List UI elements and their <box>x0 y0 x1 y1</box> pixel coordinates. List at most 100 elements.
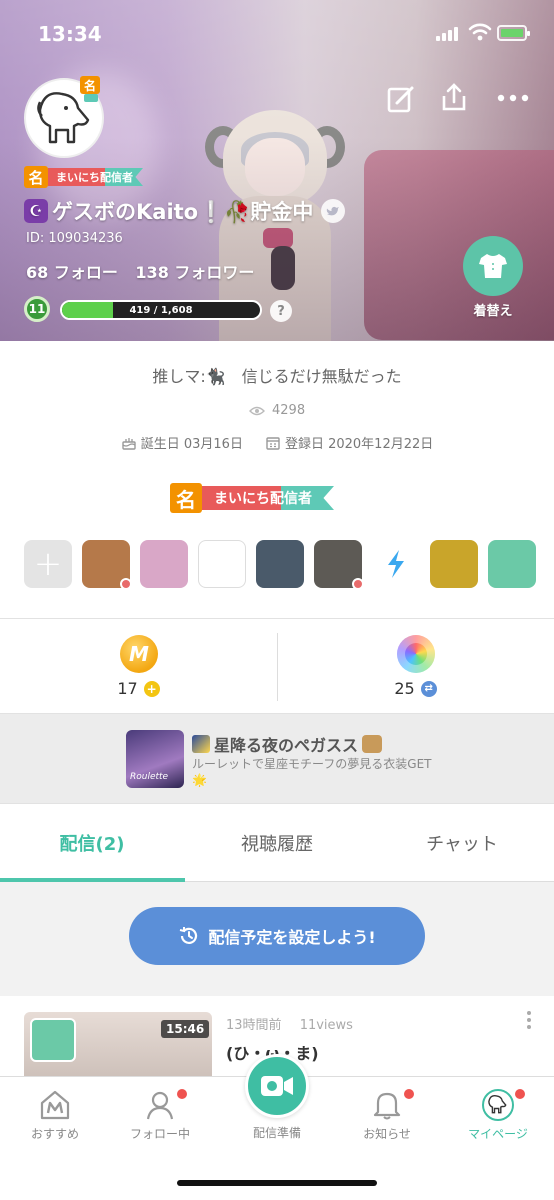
calendar-icon <box>266 436 280 450</box>
profile-info: 推しマ:🐈‍⬛ 信じるだけ無駄だった 4298 誕生日 03月16日 登録日 2… <box>0 341 554 618</box>
notification-dot <box>515 1089 525 1099</box>
bio: 推しマ:🐈‍⬛ 信じるだけ無駄だった <box>152 367 402 386</box>
go-live-button[interactable] <box>245 1054 309 1118</box>
nav-label: マイページ <box>468 1127 528 1141</box>
level-badge: 11 <box>24 296 50 322</box>
nav-label: お知らせ <box>363 1127 411 1141</box>
gem-count: 25 <box>394 679 415 698</box>
share-icon[interactable] <box>439 82 469 112</box>
tab-indicator <box>0 878 185 882</box>
event-thumb-text: Roulette <box>130 772 169 782</box>
dress-up-label: 着替え <box>473 304 513 319</box>
wifi-icon <box>468 23 492 41</box>
video-camera-icon <box>261 1076 293 1096</box>
ribbon-mark: 名 <box>24 166 48 188</box>
home-m-icon <box>40 1090 70 1120</box>
tab-watch-history[interactable]: 視聴履歴 <box>185 804 369 882</box>
add-coin-icon[interactable]: + <box>143 680 160 697</box>
status-time: 13:34 <box>38 22 102 46</box>
game-badge <box>120 578 132 590</box>
game-identity-icon[interactable] <box>314 540 364 590</box>
eye-icon <box>248 406 265 415</box>
view-count: 4298 <box>0 403 554 418</box>
nav-mypage[interactable]: マイページ <box>443 1077 553 1157</box>
profile-name: ゲスボのKaito❕🥀貯金中 <box>52 200 314 224</box>
stream-duration: 15:46 <box>161 1020 210 1038</box>
coin-count: 17 <box>117 679 138 698</box>
stream-views: 11views <box>299 1018 353 1033</box>
view-count-value: 4298 <box>272 403 306 418</box>
exchange-icon[interactable]: ⇄ <box>420 680 437 697</box>
stream-more-icon[interactable] <box>526 1010 532 1030</box>
tab-streams[interactable]: 配信(2) <box>0 804 184 882</box>
ribbon-label: まいにち配信者 <box>48 168 143 186</box>
daily-streamer-ribbon: 名 まいにち配信者 <box>24 166 143 188</box>
go-live-label: 配信準備 <box>252 1126 301 1140</box>
moon-icon: ☪ <box>24 199 48 223</box>
star-icon <box>192 735 210 753</box>
stream-meta: 13時間前 11views <box>226 1014 367 1033</box>
birthday: 誕生日 03月16日 <box>140 437 243 452</box>
nav-recommended[interactable]: おすすめ <box>0 1077 110 1157</box>
event-banner[interactable]: Roulette 星降る夜のペガスス ルーレットで星座モチーフの夢見る衣装GET… <box>0 714 554 804</box>
help-icon[interactable]: ? <box>270 300 292 322</box>
streamer-badge-small: 名 <box>76 74 102 104</box>
dress-up-button[interactable] <box>463 236 523 296</box>
person-icon <box>146 1091 174 1120</box>
gem-icon <box>397 635 435 673</box>
xp-progress-bar: 419 / 1,608 <box>60 300 262 320</box>
game-list: + <box>24 540 536 590</box>
signal-icon <box>436 27 462 41</box>
game-soldier-icon[interactable] <box>430 540 478 588</box>
nav-following[interactable]: フォロー中 <box>105 1077 215 1157</box>
currency-panel: M 17 + 25 ⇄ <box>0 618 554 714</box>
mypage-avatar-icon <box>482 1089 514 1121</box>
xp-text: 419 / 1,608 <box>129 304 193 316</box>
following-count[interactable]: 68 フォロー <box>26 263 118 282</box>
more-icon[interactable] <box>496 84 530 114</box>
home-indicator <box>177 1180 377 1186</box>
game-bolt-icon[interactable] <box>372 540 420 588</box>
shirt-icon <box>479 254 507 278</box>
status-bar: 13:34 <box>0 0 554 68</box>
ribbon-label: まいにち配信者 <box>202 486 334 510</box>
nav-notifications[interactable]: お知らせ <box>332 1077 442 1157</box>
user-id: ID: 109034236 <box>26 231 123 246</box>
followers-count[interactable]: 138 フォロワー <box>135 263 254 282</box>
game-horror-icon[interactable] <box>198 540 246 588</box>
bell-icon <box>373 1092 401 1120</box>
edit-icon[interactable] <box>386 84 416 114</box>
pegasus-icon <box>362 735 383 753</box>
follow-counts: 68 フォロー 138 フォロワー <box>26 259 266 283</box>
nav-label: フォロー中 <box>129 1127 190 1141</box>
event-description: ルーレットで星座モチーフの夢見る衣装GET🌟 <box>192 757 432 787</box>
profile-tabs: 配信(2) 視聴履歴 チャット <box>0 804 554 882</box>
profile-dates: 誕生日 03月16日 登録日 2020年12月22日 <box>0 433 554 452</box>
battery-icon <box>497 25 530 41</box>
chat-category-icon <box>30 1018 76 1062</box>
tab-chat[interactable]: チャット <box>370 804 554 882</box>
clock-icon <box>180 927 198 944</box>
event-thumbnail: Roulette <box>126 730 184 788</box>
schedule-stream-button[interactable]: 配信予定を設定しよう! <box>129 907 425 965</box>
stream-time-ago: 13時間前 <box>226 1018 282 1033</box>
game-callofduty-icon[interactable] <box>256 540 304 588</box>
notification-dot <box>404 1089 414 1099</box>
ribbon-mark: 名 <box>170 483 202 513</box>
badge-mark: 名 <box>80 76 100 94</box>
gem-panel[interactable]: 25 ⇄ <box>277 619 554 715</box>
daily-streamer-ribbon-large: 名 まいにち配信者 <box>170 483 334 513</box>
registered-date: 登録日 2020年12月22日 <box>284 437 434 452</box>
event-title: 星降る夜のペガスス <box>214 736 359 755</box>
nav-label: おすすめ <box>30 1127 79 1141</box>
game-chat-icon[interactable] <box>488 540 536 588</box>
coin-icon: M <box>120 635 158 673</box>
add-game-button[interactable]: + <box>24 540 72 588</box>
game-anime-icon[interactable] <box>140 540 188 588</box>
game-pubg-icon[interactable] <box>82 540 132 590</box>
twitter-icon[interactable] <box>321 199 346 223</box>
game-badge <box>352 578 364 590</box>
cake-icon <box>122 437 136 450</box>
profile-screen: { "status_bar": {"time": "13:34"}, "prof… <box>0 0 554 1200</box>
coin-panel[interactable]: M 17 + <box>0 619 277 715</box>
